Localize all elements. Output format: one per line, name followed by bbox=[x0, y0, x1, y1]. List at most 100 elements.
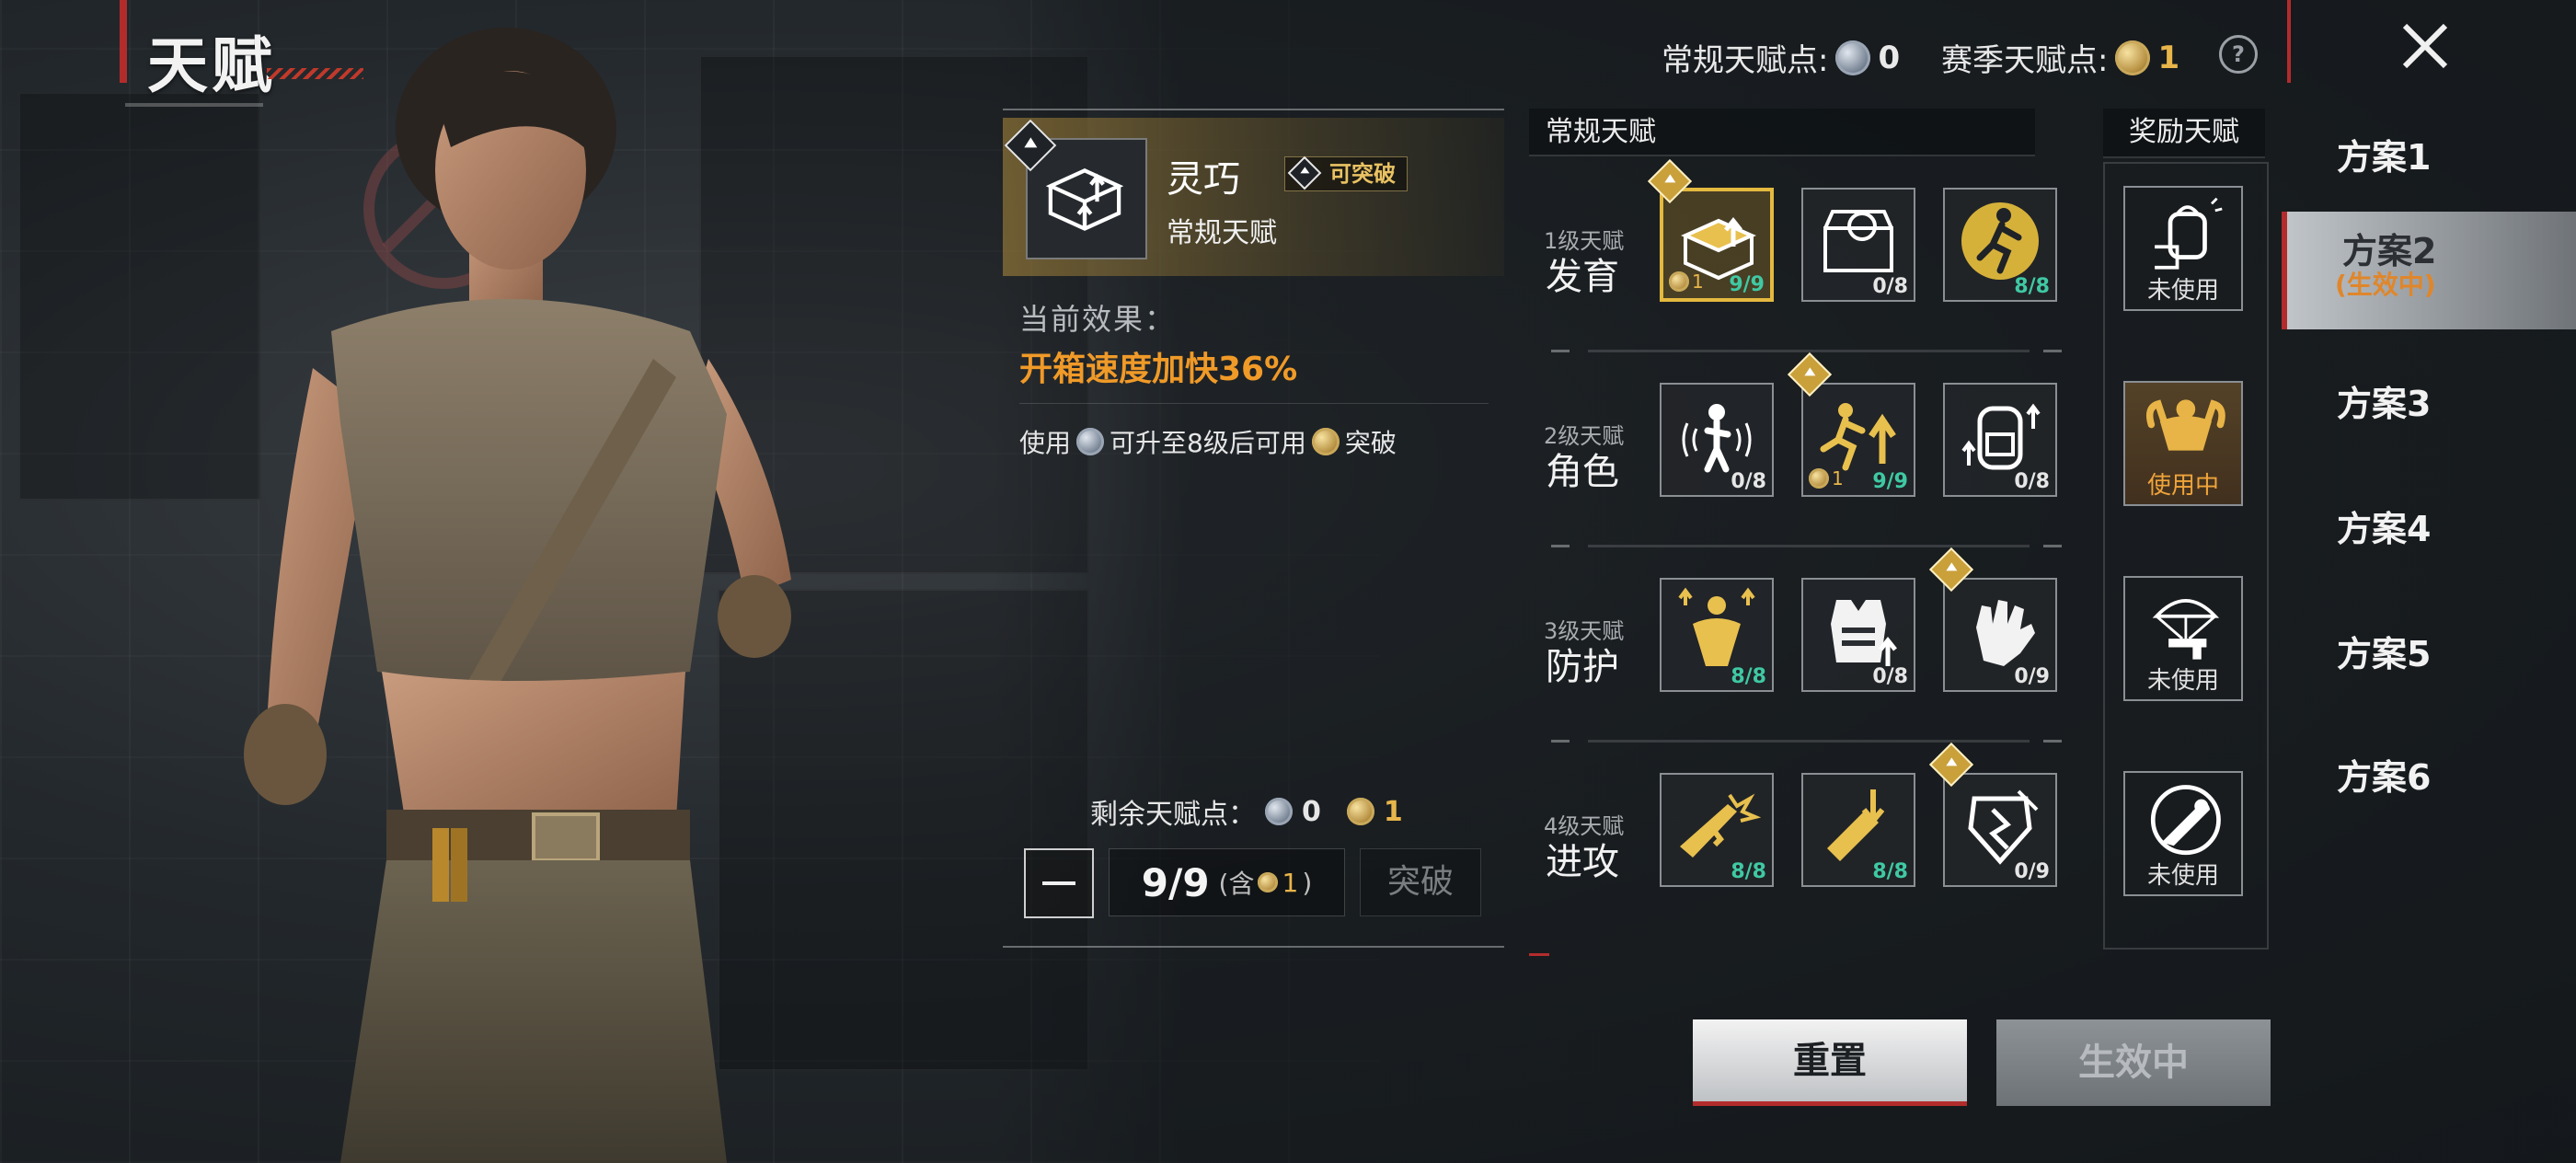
parachute-gun-icon bbox=[2152, 599, 2220, 660]
tile-level-count: 0/9 bbox=[2014, 665, 2050, 688]
scheme-label: 方案5 bbox=[2337, 634, 2432, 674]
coin-cost-value: 1 bbox=[1692, 271, 1704, 293]
breakable-badge-label: 可突破 bbox=[1329, 161, 1396, 187]
talent-tile[interactable]: 8/8 bbox=[1660, 773, 1774, 887]
season-talent-points: 赛季天赋点: 1 bbox=[1941, 35, 2179, 80]
talent-name: 灵巧 bbox=[1167, 158, 1240, 201]
tier-name-label: 防护 bbox=[1546, 646, 1619, 688]
level-note-prefix: (含 bbox=[1218, 869, 1255, 899]
effect-label: 当前效果： bbox=[1019, 302, 1177, 337]
reward-status-label: 未使用 bbox=[2146, 862, 2219, 890]
level-note-suffix: ) bbox=[1302, 867, 1313, 898]
remaining-label: 剩余天赋点： bbox=[1090, 799, 1256, 831]
gold-coin-icon bbox=[1258, 872, 1279, 892]
talent-type: 常规天赋 bbox=[1167, 217, 1277, 249]
silver-coin-icon bbox=[1076, 428, 1105, 455]
level-value: 9/9 bbox=[1141, 859, 1210, 905]
rifle-explosion-icon bbox=[1680, 793, 1761, 858]
bullet-rain-icon bbox=[1827, 789, 1885, 861]
glove-icon bbox=[1976, 600, 2035, 666]
reward-talent-tile[interactable]: 未使用 bbox=[2123, 771, 2243, 896]
usage-hint: 使用 可升至8级后可用 突破 bbox=[1019, 423, 1397, 460]
question-circle-icon[interactable]: ? bbox=[2219, 35, 2258, 74]
talent-tile[interactable]: 8/8 bbox=[1660, 578, 1774, 692]
remaining-regular-value: 0 bbox=[1302, 795, 1321, 828]
tile-level-count: 0/9 bbox=[2014, 860, 2050, 883]
scheme-label: 方案6 bbox=[2337, 757, 2432, 798]
muscle-man-icon bbox=[2145, 399, 2225, 451]
reward-talent-tile[interactable]: 未使用 bbox=[2123, 186, 2243, 311]
silver-coin-icon bbox=[1265, 798, 1293, 825]
red-dash-decoration bbox=[1529, 953, 1549, 956]
backpack-hand-icon bbox=[2155, 197, 2223, 270]
season-points-label: 赛季天赋点: bbox=[1941, 42, 2109, 79]
gold-coin-icon bbox=[1669, 271, 1689, 292]
close-icon[interactable] bbox=[2392, 13, 2458, 79]
season-points-value: 1 bbox=[2157, 39, 2180, 76]
talent-tile[interactable]: 0/8 bbox=[1801, 188, 1915, 302]
scheme-label: 方案3 bbox=[2337, 384, 2432, 424]
talent-tile[interactable]: 0/8 bbox=[1660, 383, 1774, 497]
regular-points-value: 0 bbox=[1878, 39, 1901, 76]
talent-tile[interactable]: 0/8 bbox=[1801, 578, 1915, 692]
character-portrait bbox=[244, 28, 791, 1163]
regular-talent-header: 常规天赋 bbox=[1529, 109, 2035, 156]
reset-button[interactable]: 重置 bbox=[1693, 1019, 1967, 1106]
detail-frame-top bbox=[1003, 109, 1504, 110]
tile-level-count: 8/8 bbox=[2014, 275, 2050, 298]
reward-talent-tile[interactable]: 未使用 bbox=[2123, 576, 2243, 701]
scheme-tab-2[interactable]: 方案2 (生效中) bbox=[2282, 212, 2576, 329]
scheme-label: 方案4 bbox=[2337, 509, 2432, 549]
tier-name-label: 角色 bbox=[1546, 451, 1619, 493]
talent-tile[interactable]: 8/8 bbox=[1943, 188, 2057, 302]
reward-status-label: 未使用 bbox=[2146, 277, 2219, 305]
close-accent-bar bbox=[2287, 0, 2291, 83]
scheme-label: 方案1 bbox=[2337, 137, 2432, 178]
tier-name-label: 发育 bbox=[1546, 256, 1619, 298]
level-display: 9/9 (含 1 ) bbox=[1109, 848, 1345, 916]
talent-tile[interactable]: 8/8 bbox=[1801, 773, 1915, 887]
usage-prefix: 使用 bbox=[1019, 428, 1072, 458]
gold-coin-icon bbox=[1311, 428, 1340, 455]
decrease-level-button[interactable] bbox=[1024, 848, 1094, 918]
talent-tile[interactable]: 1 9/9 bbox=[1787, 351, 1915, 497]
tile-level-count: 8/8 bbox=[1731, 860, 1766, 883]
title-accent-bar bbox=[120, 0, 127, 83]
tile-level-count: 0/8 bbox=[2014, 470, 2050, 493]
usage-suffix: 突破 bbox=[1344, 428, 1397, 458]
reward-talent-header: 奖励天赋 bbox=[2103, 109, 2265, 158]
tile-level-count: 8/8 bbox=[1731, 665, 1766, 688]
detail-divider bbox=[1019, 403, 1489, 404]
talent-tile[interactable]: 1 9/9 bbox=[1647, 158, 1774, 302]
scheme-tab-6[interactable]: 方案6 bbox=[2282, 723, 2576, 815]
talent-tile[interactable]: 0/9 bbox=[1928, 742, 2057, 887]
title-stripe-decoration bbox=[267, 68, 363, 79]
tile-level-count: 9/9 bbox=[1872, 470, 1908, 493]
regular-talent-points: 常规天赋点: 0 bbox=[1662, 35, 1900, 80]
scheme-status: (生效中) bbox=[2335, 270, 2436, 300]
break-button[interactable]: 突破 bbox=[1360, 848, 1481, 916]
talent-tile[interactable]: 0/8 bbox=[1943, 383, 2057, 497]
tile-level-count: 0/8 bbox=[1872, 665, 1908, 688]
usage-middle: 可升至8级后可用 bbox=[1110, 428, 1306, 458]
scheme-tab-5[interactable]: 方案5 bbox=[2282, 600, 2576, 692]
scheme-tab-4[interactable]: 方案4 bbox=[2282, 475, 2576, 567]
armor-break-icon bbox=[1968, 789, 2039, 865]
strong-body-icon bbox=[1678, 587, 1755, 666]
page-title: 天赋 bbox=[147, 30, 276, 101]
season-coin-cost: 1 bbox=[1809, 467, 1844, 489]
reward-status-label: 未使用 bbox=[2146, 667, 2219, 695]
scheme-tab-1[interactable]: 方案1 bbox=[2282, 103, 2576, 195]
reward-talent-tile[interactable]: 使用中 bbox=[2123, 381, 2243, 506]
detail-frame-bottom bbox=[1003, 946, 1504, 948]
remaining-points: 剩余天赋点： 0 1 bbox=[1090, 791, 1403, 832]
gold-coin-icon bbox=[2115, 40, 2151, 75]
scheme-tab-3[interactable]: 方案3 bbox=[2282, 350, 2576, 442]
talent-tile[interactable]: 0/9 bbox=[1928, 547, 2057, 692]
season-coin-cost: 1 bbox=[1669, 271, 1704, 293]
row-divider bbox=[1551, 545, 2066, 547]
level-note: (含 1 ) bbox=[1219, 864, 1313, 901]
gold-coin-icon bbox=[1346, 798, 1374, 825]
tile-level-count: 8/8 bbox=[1872, 860, 1908, 883]
supply-box-upgrade-icon bbox=[1045, 167, 1124, 231]
